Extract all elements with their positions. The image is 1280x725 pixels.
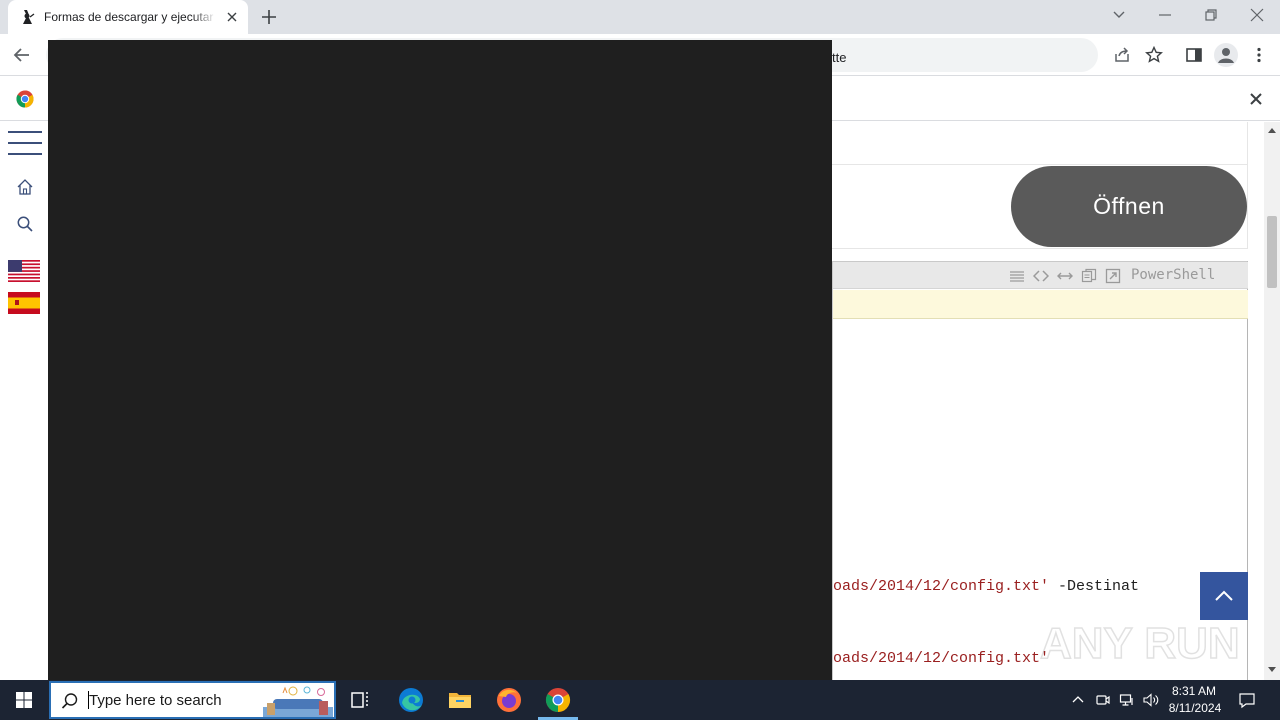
bookmark-star-icon[interactable]: [1145, 46, 1163, 64]
divider: [1247, 122, 1248, 248]
hamburger-menu-icon[interactable]: [6, 130, 44, 156]
new-tab-icon[interactable]: [260, 8, 278, 26]
code-string: oads/2014/12/config.txt': [833, 650, 1050, 667]
search-highlight-illustration: [263, 686, 333, 717]
view-source-icon[interactable]: [1033, 268, 1049, 284]
edge-icon[interactable]: [397, 686, 425, 714]
code-highlight-line: [833, 290, 1248, 319]
chrome-icon[interactable]: [544, 686, 572, 714]
watermark-text: ANY RUN: [1040, 619, 1240, 668]
code-string: oads/2014/12/config.txt': [833, 578, 1050, 595]
chevron-down-icon[interactable]: [1110, 6, 1128, 24]
wizard-icon: [23, 10, 35, 24]
side-panel-icon[interactable]: [1185, 46, 1203, 64]
profile-avatar-icon[interactable]: [1214, 43, 1238, 67]
page-scrollbar[interactable]: [1264, 122, 1280, 680]
code-language-label: PowerShell: [1131, 267, 1216, 283]
share-icon[interactable]: [1113, 46, 1131, 64]
us-flag-icon[interactable]: [8, 260, 40, 282]
dark-overlay-panel: [48, 40, 832, 680]
close-icon[interactable]: [1248, 91, 1264, 107]
scroll-up-arrow-icon[interactable]: [1268, 126, 1276, 134]
kebab-menu-icon[interactable]: [1250, 46, 1268, 64]
divider: [832, 248, 1248, 249]
spain-flag-icon[interactable]: [8, 292, 40, 314]
scroll-thumb[interactable]: [1267, 216, 1277, 288]
meet-now-icon[interactable]: [1095, 692, 1111, 708]
wrap-lines-icon[interactable]: [1009, 268, 1025, 284]
file-explorer-icon[interactable]: [446, 686, 474, 714]
tab-strip: Formas de descargar y ejecutar f: [0, 0, 1280, 34]
network-icon[interactable]: [1119, 692, 1135, 708]
browser-tab[interactable]: Formas de descargar y ejecutar f: [8, 0, 248, 34]
code-line: oads/2014/12/config.txt': [833, 650, 1049, 667]
taskbar-search-placeholder: Type here to search: [89, 692, 222, 709]
clock-time[interactable]: 8:31 AM: [1168, 684, 1220, 698]
close-tab-icon[interactable]: [224, 9, 240, 25]
anyrun-watermark: ANY RUN: [1040, 618, 1240, 669]
search-icon[interactable]: [16, 215, 34, 233]
minimize-icon[interactable]: [1156, 6, 1174, 24]
address-bar-text: tte: [832, 50, 847, 65]
copy-icon[interactable]: [1081, 268, 1097, 284]
code-text: -Destinat: [1049, 578, 1140, 595]
firefox-icon[interactable]: [495, 686, 523, 714]
restore-icon[interactable]: [1202, 6, 1220, 24]
expand-width-icon[interactable]: [1057, 268, 1073, 284]
window-close-icon[interactable]: [1248, 6, 1266, 24]
notification-icon[interactable]: [1238, 691, 1256, 709]
volume-icon[interactable]: [1142, 692, 1160, 708]
open-button[interactable]: Öffnen: [1011, 166, 1247, 247]
windows-logo-icon: [16, 692, 32, 708]
scroll-down-arrow-icon[interactable]: [1268, 666, 1276, 674]
site-side-nav: [0, 122, 48, 680]
search-icon: [61, 693, 78, 709]
back-arrow-icon[interactable]: [12, 45, 32, 65]
divider: [832, 164, 1248, 165]
home-icon[interactable]: [16, 178, 34, 196]
task-view-icon[interactable]: [346, 686, 374, 714]
code-toolbar: PowerShell: [833, 262, 1248, 289]
start-button[interactable]: [0, 680, 48, 720]
chevron-up-icon[interactable]: [1070, 692, 1086, 708]
code-line: oads/2014/12/config.txt' -Destinat: [833, 578, 1139, 595]
taskbar-search-box[interactable]: Type here to search: [49, 681, 336, 719]
chrome-logo-icon: [16, 90, 34, 108]
open-new-window-icon[interactable]: [1105, 268, 1121, 284]
windows-taskbar: Type here to search 8:31 AM 8/11/2024: [0, 680, 1280, 720]
tab-title: Formas de descargar y ejecutar f: [44, 10, 216, 24]
clock-date[interactable]: 8/11/2024: [1165, 701, 1225, 715]
